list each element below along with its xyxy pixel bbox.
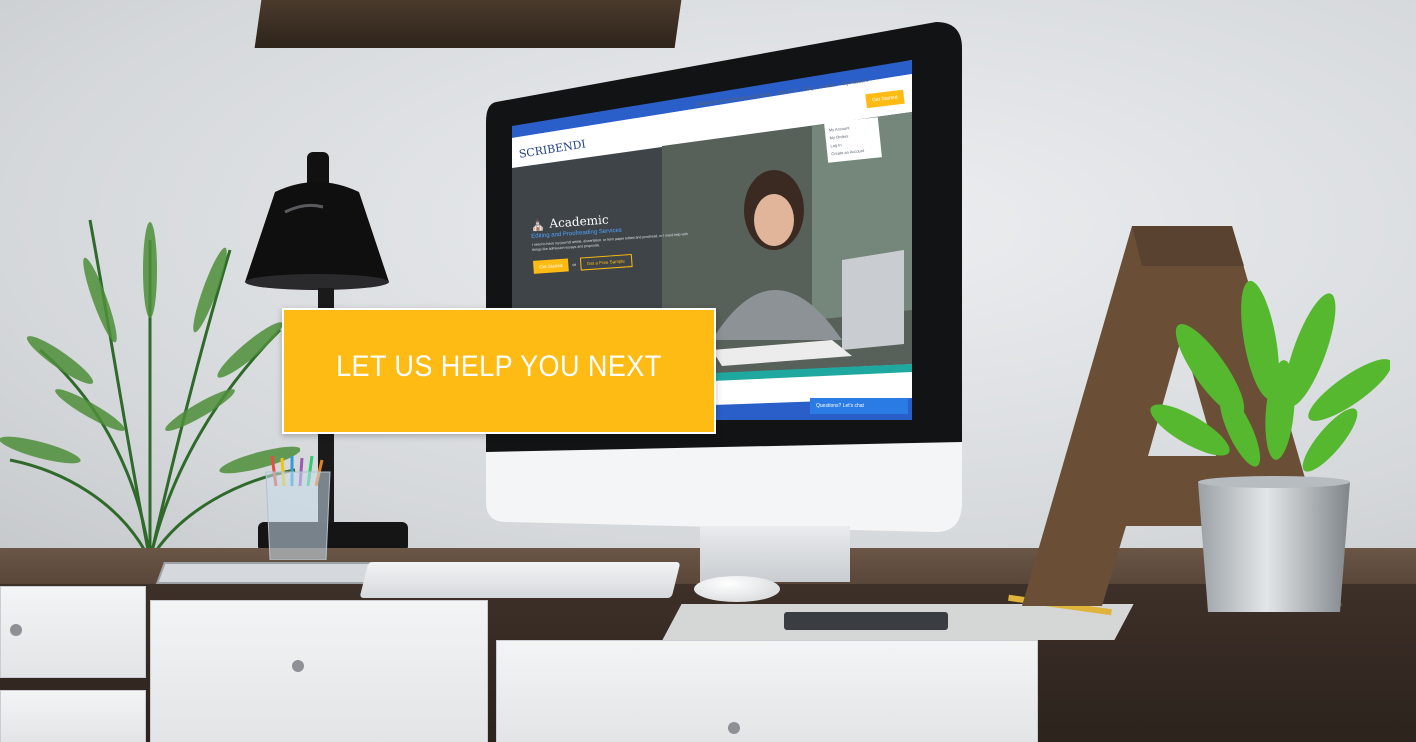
desk-drawer <box>150 600 488 742</box>
academic-icon: ⛪ <box>530 216 546 232</box>
keyboard <box>359 562 681 598</box>
banner-text: LET US HELP YOU NEXT <box>336 350 662 383</box>
monitor-stand <box>700 526 850 582</box>
hero-content: ⛪ Academic Editing and Proofreading Serv… <box>530 207 694 274</box>
drawer-knob <box>10 624 22 636</box>
hero-title: Academic <box>548 212 610 231</box>
pencil-cup <box>265 456 331 560</box>
promo-banner: LET US HELP YOU NEXT <box>282 308 716 434</box>
desk-lamp-shade <box>245 152 389 290</box>
hero-get-started-button[interactable]: Get Started <box>532 258 569 274</box>
drawer-knob <box>728 722 740 734</box>
metal-plant-pot <box>1198 476 1350 612</box>
account-dropdown: My Account My Orders Log In Create an Ac… <box>824 117 882 163</box>
desk-drawer <box>0 690 146 742</box>
or-text: or <box>572 261 577 268</box>
desk-drawer <box>496 640 1038 742</box>
tablet-device <box>155 562 377 584</box>
chat-button[interactable]: Questions? Let's chat <box>810 398 908 414</box>
scene: SCRIBENDI Editing and Proofreading Servi… <box>0 0 1416 742</box>
smartphone <box>784 612 948 630</box>
desk-drawer <box>0 586 146 678</box>
drawer-knob <box>292 660 304 672</box>
computer-mouse <box>694 576 780 602</box>
